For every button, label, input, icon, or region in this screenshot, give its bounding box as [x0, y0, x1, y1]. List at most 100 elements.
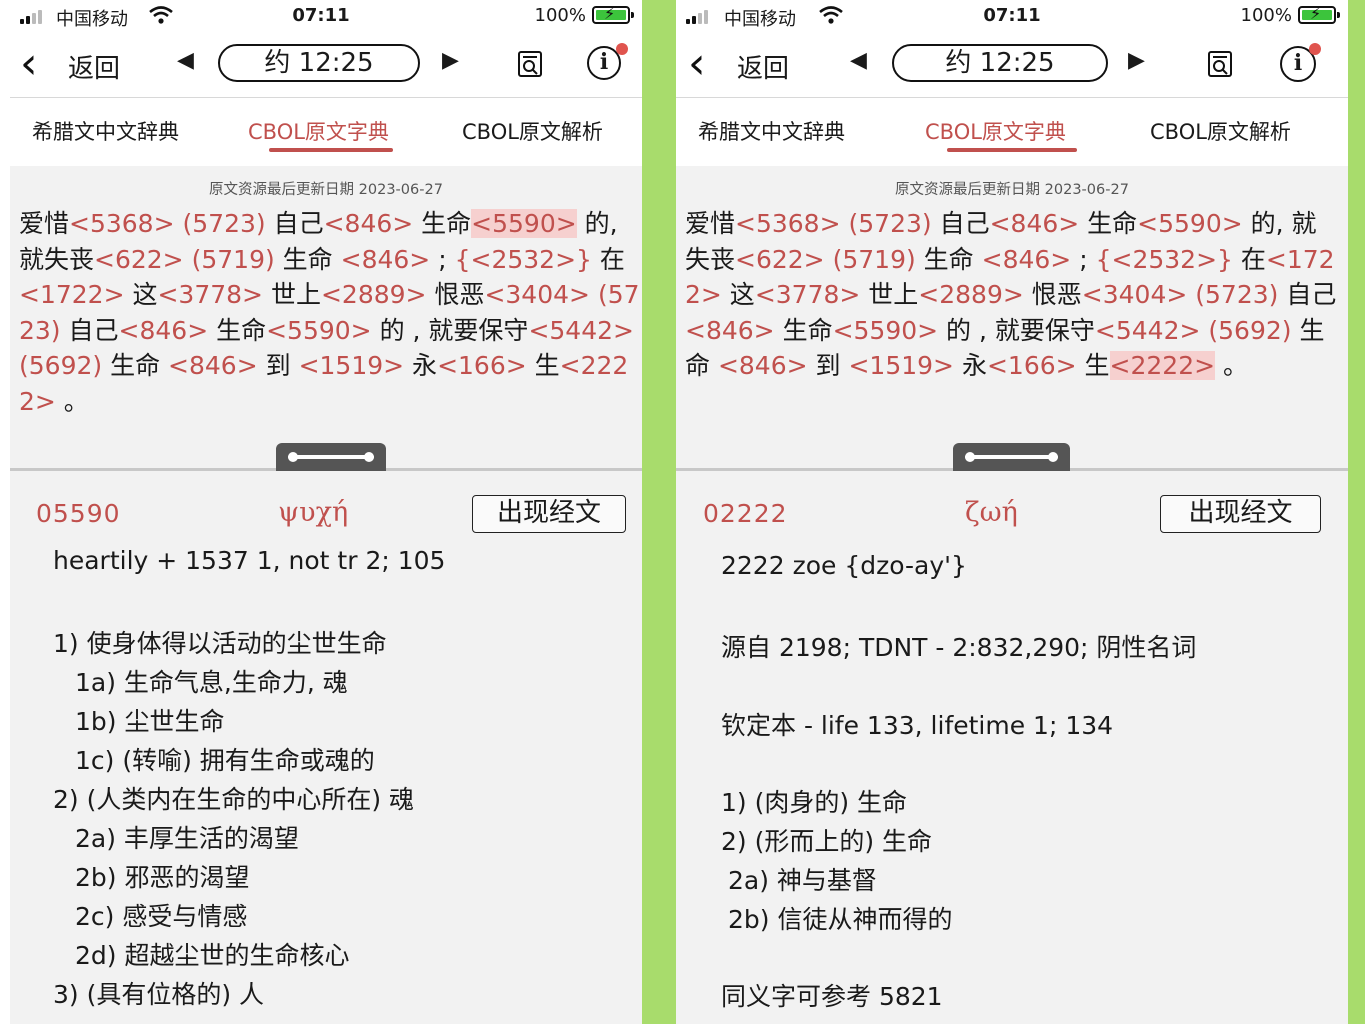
green-margin: [642, 0, 676, 1024]
tab-greek-chinese[interactable]: 希腊文中文辞典: [698, 116, 845, 146]
verse-word: 。: [1215, 351, 1249, 380]
divider: [676, 97, 1348, 98]
strongs-link[interactable]: <3404>: [1082, 280, 1188, 309]
verse-word: 生命: [915, 244, 982, 274]
verse-word: 自己: [60, 315, 119, 345]
verse-word: 恨恶: [1023, 280, 1082, 309]
prev-arrow-icon[interactable]: ◀: [850, 48, 867, 73]
drag-handle-icon[interactable]: [276, 443, 386, 471]
strongs-link[interactable]: <1519>: [848, 351, 954, 380]
phone-screen-right: 中国移动 07:11 100% ⚡ ‹ 返回 ◀ 约 12:25 ▶ i 希腊文…: [676, 0, 1348, 1024]
strongs-link[interactable]: <622>: [94, 245, 184, 274]
strongs-number: 02222: [703, 499, 788, 528]
strongs-link[interactable]: <3778>: [157, 280, 263, 309]
strongs-link[interactable]: <5590>: [471, 209, 577, 238]
next-arrow-icon[interactable]: ▶: [442, 48, 459, 73]
strongs-link[interactable]: (5692): [19, 351, 102, 380]
strongs-link[interactable]: <5590>: [1137, 209, 1243, 238]
verse-word: [825, 245, 833, 274]
strongs-link[interactable]: <622>: [735, 245, 825, 274]
strongs-link[interactable]: <846>: [982, 245, 1072, 274]
strongs-link[interactable]: <5442>: [528, 316, 634, 345]
strongs-link[interactable]: <3404>: [484, 280, 590, 309]
verse-word: 世上: [860, 280, 919, 309]
strongs-link[interactable]: (5719): [833, 245, 916, 274]
strongs-link[interactable]: <3778>: [755, 280, 861, 309]
definition-line: 2b) 信徒从神而得的: [728, 905, 953, 934]
reading-time-pill[interactable]: 约 12:25: [892, 44, 1108, 82]
occurrences-button[interactable]: 出现经文: [1160, 495, 1321, 533]
verse-pane: 原文资源最后更新日期 2023-06-27 爱惜<5368> (5723) 自己…: [676, 166, 1348, 470]
dictionary-tabs: 希腊文中文辞典 CBOL原文字典 CBOL原文解析: [0, 112, 642, 152]
occurrences-button[interactable]: 出现经文: [472, 495, 626, 533]
strongs-link[interactable]: <846>: [168, 351, 258, 380]
strongs-link[interactable]: {<2532>}: [1096, 245, 1233, 274]
strongs-link[interactable]: (5692): [1208, 316, 1291, 345]
find-in-document-icon[interactable]: [517, 50, 543, 78]
strongs-link[interactable]: <846>: [990, 209, 1080, 238]
drag-handle-icon[interactable]: [953, 443, 1070, 471]
strongs-link[interactable]: <166>: [437, 351, 527, 380]
strongs-link[interactable]: (5719): [192, 245, 275, 274]
tab-cbol-parsing[interactable]: CBOL原文解析: [462, 116, 603, 146]
next-arrow-icon[interactable]: ▶: [1128, 48, 1145, 73]
nav-bar: ‹ 返回 ◀ 约 12:25 ▶ i: [676, 38, 1348, 96]
verse-text[interactable]: 爱惜<5368> (5723) 自己<846> 生命<5590> 的, 就失丧<…: [685, 206, 1341, 384]
status-bar: 中国移动 07:11 100% ⚡: [0, 0, 642, 34]
verse-word: 自己: [1278, 280, 1337, 309]
prev-arrow-icon[interactable]: ◀: [177, 48, 194, 73]
reading-time-pill[interactable]: 约 12:25: [218, 44, 420, 82]
tab-cbol-parsing[interactable]: CBOL原文解析: [1150, 116, 1291, 146]
verse-word: 生: [526, 351, 560, 380]
strongs-link[interactable]: <846>: [718, 351, 808, 380]
strongs-link[interactable]: <5442>: [1095, 316, 1201, 345]
verse-word: 爱惜: [19, 209, 70, 238]
strongs-link[interactable]: (5723): [1195, 280, 1278, 309]
active-tab-indicator: [947, 148, 1077, 152]
verse-word: 世上: [263, 280, 321, 309]
verse-text[interactable]: 爱惜<5368> (5723) 自己<846> 生命<5590> 的, 就失丧<…: [19, 206, 642, 419]
strongs-link[interactable]: <5368>: [69, 209, 175, 238]
definition-line: 源自 2198; TDNT - 2:832,290; 阴性名词: [721, 633, 1197, 662]
strongs-link[interactable]: <2222>: [1109, 351, 1216, 380]
strongs-link[interactable]: <5368>: [735, 209, 841, 238]
definition-line: 3) (具有位格的) 人: [53, 980, 265, 1009]
strongs-link[interactable]: <1722>: [19, 280, 125, 309]
back-chevron-icon[interactable]: ‹: [20, 42, 38, 86]
strongs-link[interactable]: <846>: [341, 245, 431, 274]
strongs-link[interactable]: <846>: [324, 209, 414, 238]
back-chevron-icon[interactable]: ‹: [688, 42, 706, 86]
verse-word: 这: [124, 280, 158, 309]
verse-word: ;: [430, 244, 455, 274]
strongs-link[interactable]: <846>: [119, 316, 209, 345]
verse-word: 在: [591, 244, 625, 274]
find-in-document-icon[interactable]: [1207, 50, 1233, 78]
verse-word: ;: [1071, 244, 1096, 274]
strongs-link[interactable]: <5590>: [266, 316, 372, 345]
tab-cbol-dictionary[interactable]: CBOL原文字典: [925, 116, 1066, 146]
strongs-link[interactable]: <846>: [685, 316, 775, 345]
green-margin: [1348, 0, 1365, 1024]
battery-percent: 100%: [1240, 5, 1292, 26]
strongs-link[interactable]: <5590>: [833, 316, 939, 345]
strongs-link[interactable]: {<2532>}: [455, 245, 592, 274]
strongs-link[interactable]: (5723): [849, 209, 932, 238]
strongs-link[interactable]: (5723): [183, 209, 266, 238]
tab-greek-chinese[interactable]: 希腊文中文辞典: [32, 116, 179, 146]
tab-cbol-dictionary[interactable]: CBOL原文字典: [248, 116, 389, 146]
strongs-link[interactable]: <1519>: [299, 351, 405, 380]
notification-badge: [616, 43, 628, 55]
definition-line: 2222 zoe {dzo-ay'}: [721, 551, 967, 580]
definition-line: 钦定本 - life 133, lifetime 1; 134: [721, 711, 1114, 740]
strongs-link[interactable]: <2889>: [321, 280, 427, 309]
definition-line: heartily + 1537 1, not tr 2; 105: [53, 546, 446, 575]
verse-word: 到: [807, 351, 849, 380]
strongs-link[interactable]: <166>: [987, 351, 1077, 380]
definition-line: 1a) 生命气息,生命力, 魂: [75, 668, 348, 697]
verse-word: 自己: [931, 209, 990, 238]
definition-line: 同义字可参考 5821: [721, 982, 943, 1011]
strongs-link[interactable]: <2889>: [918, 280, 1024, 309]
back-button[interactable]: 返回: [68, 48, 120, 85]
verse-word: 。: [55, 386, 89, 416]
back-button[interactable]: 返回: [737, 48, 789, 85]
